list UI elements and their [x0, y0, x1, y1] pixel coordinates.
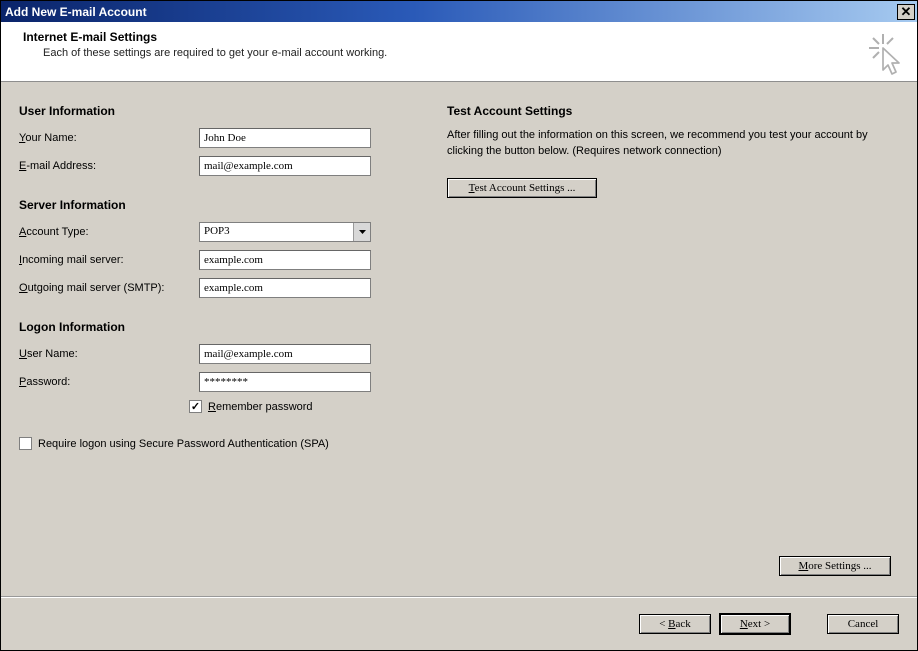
close-button[interactable]: ✕ [897, 4, 915, 20]
add-email-account-dialog: Add New E-mail Account ✕ Internet E-mail… [0, 0, 918, 651]
user-name-label: User Name: [19, 348, 199, 360]
next-button[interactable]: Next > [719, 613, 791, 635]
footer: < Back Next > Cancel [1, 596, 917, 650]
wizard-cursor-icon [865, 34, 905, 81]
test-account-settings-button[interactable]: Test Account Settings ... [447, 178, 597, 198]
incoming-server-label: Incoming mail server: [19, 254, 199, 266]
email-address-label: E-mail Address: [19, 160, 199, 172]
password-label: Password: [19, 376, 199, 388]
header-title: Internet E-mail Settings [23, 30, 901, 44]
test-description: After filling out the information on thi… [447, 128, 887, 160]
spa-checkbox[interactable] [19, 437, 32, 450]
outgoing-server-label: Outgoing mail server (SMTP): [19, 282, 199, 294]
test-heading: Test Account Settings [447, 104, 887, 118]
server-info-heading: Server Information [19, 198, 419, 212]
header: Internet E-mail Settings Each of these s… [1, 22, 917, 82]
account-type-select[interactable]: POP3 [199, 222, 371, 242]
remember-password-checkbox[interactable] [189, 400, 202, 413]
account-type-label: Account Type: [19, 226, 199, 238]
titlebar: Add New E-mail Account ✕ [1, 1, 917, 22]
incoming-server-input[interactable] [199, 250, 371, 270]
content-area: User Information Your Name: E-mail Addre… [1, 82, 917, 596]
close-icon: ✕ [901, 4, 912, 19]
logon-info-heading: Logon Information [19, 320, 419, 334]
more-settings-button[interactable]: More Settings ... [779, 556, 891, 576]
password-input[interactable] [199, 372, 371, 392]
window-title: Add New E-mail Account [5, 5, 147, 19]
cancel-button[interactable]: Cancel [827, 614, 899, 634]
email-address-input[interactable] [199, 156, 371, 176]
your-name-input[interactable] [199, 128, 371, 148]
chevron-down-icon [353, 223, 370, 241]
user-name-input[interactable] [199, 344, 371, 364]
right-column: Test Account Settings After filling out … [447, 104, 887, 586]
header-subtitle: Each of these settings are required to g… [43, 47, 901, 59]
spa-label: Require logon using Secure Password Auth… [38, 438, 329, 450]
left-column: User Information Your Name: E-mail Addre… [19, 104, 419, 586]
back-button[interactable]: < Back [639, 614, 711, 634]
user-info-heading: User Information [19, 104, 419, 118]
remember-password-label: Remember password [208, 401, 313, 413]
outgoing-server-input[interactable] [199, 278, 371, 298]
your-name-label: Your Name: [19, 132, 199, 144]
